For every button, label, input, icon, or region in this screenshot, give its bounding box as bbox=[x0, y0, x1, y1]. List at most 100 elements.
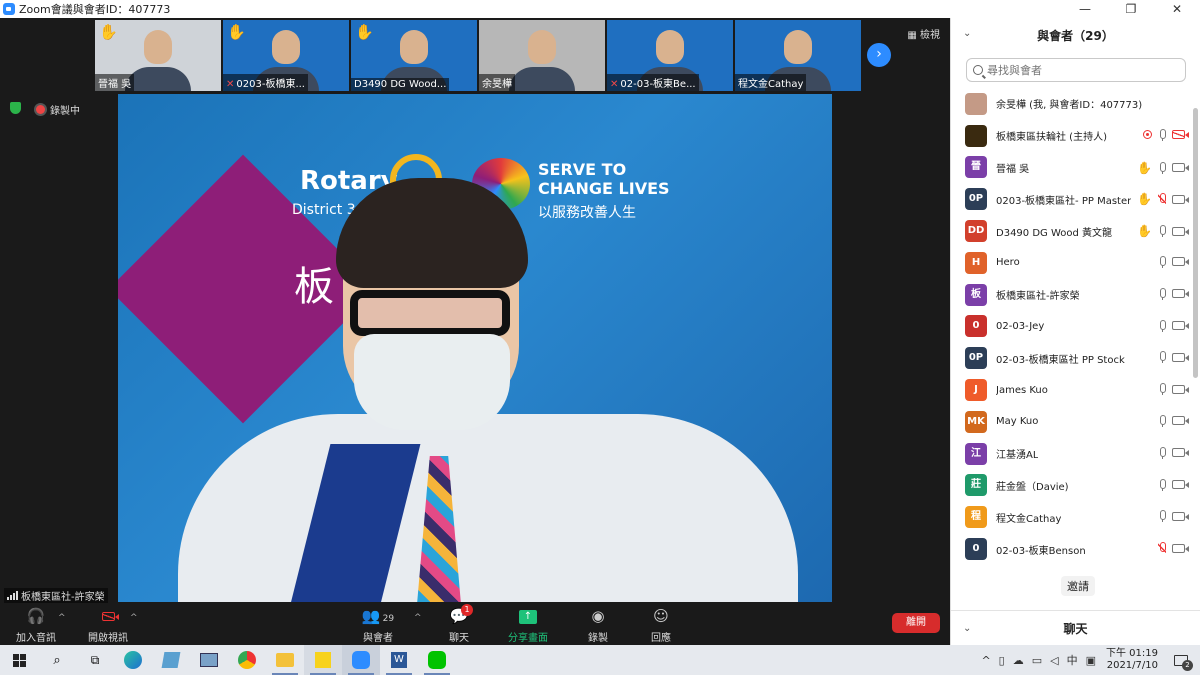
windows-logo-icon bbox=[12, 653, 26, 667]
mic-icon[interactable] bbox=[1158, 351, 1166, 364]
chat-button[interactable]: 💬 1 聊天 bbox=[429, 604, 489, 644]
zoom-app[interactable] bbox=[342, 645, 380, 675]
minimize-button[interactable]: — bbox=[1062, 0, 1108, 18]
participant-list-scrollbar[interactable] bbox=[1193, 108, 1198, 378]
participant-avatar: DD bbox=[965, 220, 987, 243]
participant-row[interactable]: 0P 02-03-板橋東區社 PP Stock bbox=[951, 342, 1193, 374]
participant-thumbnail[interactable]: ✕ 02-03-板東Be... bbox=[607, 20, 733, 91]
participants-button[interactable]: 👥 29 與會者 bbox=[348, 605, 408, 644]
mic-icon[interactable] bbox=[1158, 287, 1166, 300]
audio-options-caret[interactable]: ^ bbox=[58, 613, 66, 623]
participant-row[interactable]: 0P 0203-板橋東區社- PP Master ✋ bbox=[951, 183, 1193, 215]
mic-icon[interactable] bbox=[1158, 128, 1166, 141]
mic-icon[interactable] bbox=[1158, 161, 1166, 174]
input-method-indicator[interactable]: 中 bbox=[1067, 652, 1078, 668]
maximize-button[interactable]: ❐ bbox=[1108, 0, 1154, 18]
participant-thumbnail[interactable]: ✋ 晉福 吳 bbox=[95, 20, 221, 91]
camera-icon[interactable] bbox=[1172, 480, 1189, 490]
notification-center-icon[interactable]: 2 bbox=[1174, 654, 1193, 671]
camera-icon[interactable] bbox=[1172, 163, 1189, 173]
word-app[interactable]: W bbox=[380, 645, 418, 675]
participant-thumbnail[interactable]: ✋ D3490 DG Wood... bbox=[351, 20, 477, 91]
search-input[interactable] bbox=[987, 63, 1177, 77]
line-app[interactable] bbox=[418, 645, 456, 675]
search-taskbar-button[interactable]: ⌕ bbox=[38, 645, 76, 675]
network-icon[interactable]: ▭ bbox=[1032, 654, 1042, 667]
recording-indicator[interactable]: 錄製中 bbox=[36, 102, 80, 117]
mic-icon[interactable] bbox=[1158, 414, 1166, 427]
camera-icon[interactable] bbox=[1172, 194, 1189, 204]
show-hidden-icons[interactable]: ^ bbox=[981, 654, 990, 667]
active-speaker-video[interactable]: Rotary District 34 SERVE TO CHANGE LIVES… bbox=[118, 94, 832, 602]
participant-search[interactable] bbox=[966, 58, 1186, 82]
participant-row[interactable]: 0 02-03-Jey bbox=[951, 311, 1193, 343]
camera-icon[interactable] bbox=[1172, 416, 1189, 426]
mic-muted-icon[interactable] bbox=[1158, 193, 1166, 206]
start-button[interactable] bbox=[0, 645, 38, 675]
cloud-icon[interactable]: ☁ bbox=[1013, 654, 1024, 667]
participant-name: 02-03-Jey bbox=[996, 320, 1045, 332]
share-screen-button[interactable]: ↑ 分享畫面 bbox=[498, 605, 558, 644]
camera-icon[interactable] bbox=[1172, 226, 1189, 236]
reactions-button[interactable]: ☺ 回應 bbox=[631, 605, 691, 644]
security-shield-icon[interactable] bbox=[10, 102, 21, 114]
view-button[interactable]: ▦ 檢視 bbox=[907, 26, 940, 41]
mic-icon[interactable] bbox=[1158, 446, 1166, 459]
mic-icon[interactable] bbox=[1158, 319, 1166, 332]
mic-icon[interactable] bbox=[1158, 255, 1166, 268]
start-video-button[interactable]: 開啟視訊 bbox=[78, 605, 138, 644]
participant-row[interactable]: 板 板橋東區社-許家榮 bbox=[951, 279, 1193, 311]
next-page-button[interactable]: › bbox=[867, 43, 891, 67]
mic-icon[interactable] bbox=[1158, 225, 1166, 238]
camera-icon[interactable] bbox=[1172, 289, 1189, 299]
participant-thumbnail[interactable]: 程文金Cathay bbox=[735, 20, 861, 91]
camera-icon[interactable] bbox=[1172, 511, 1189, 521]
participant-row[interactable]: 晉 晉福 吳 ✋ bbox=[951, 152, 1193, 184]
join-audio-button[interactable]: 🎧 加入音訊 bbox=[6, 605, 66, 644]
camera-icon[interactable] bbox=[1172, 257, 1189, 267]
participant-row[interactable]: H Hero bbox=[951, 247, 1193, 279]
taskbar-clock[interactable]: 下午 01:19 2021/7/10 bbox=[1106, 648, 1158, 672]
participant-row[interactable]: 江 江基湧AL bbox=[951, 438, 1193, 470]
participant-row[interactable]: 0 02-03-板東Benson bbox=[951, 533, 1193, 565]
participant-row[interactable]: 板橋東區扶輪社 (主持人) bbox=[951, 120, 1193, 152]
ime-settings-icon[interactable]: ▣ bbox=[1086, 654, 1096, 667]
mic-muted-icon[interactable] bbox=[1158, 542, 1166, 555]
camera-icon[interactable] bbox=[1172, 384, 1189, 394]
record-icon: ◉ bbox=[591, 607, 605, 625]
participant-row[interactable]: 余旻樺 (我, 與會者ID：407773) bbox=[951, 88, 1193, 120]
expand-chevron-icon[interactable]: ⌄ bbox=[963, 623, 971, 634]
mic-icon[interactable] bbox=[1158, 510, 1166, 523]
participant-row[interactable]: 莊 莊金盤（Davie) bbox=[951, 470, 1193, 502]
camera-icon[interactable] bbox=[1172, 321, 1189, 331]
invite-button[interactable]: 邀請 bbox=[1061, 576, 1095, 596]
device-icon[interactable]: ▯ bbox=[999, 654, 1005, 667]
participant-thumbnail[interactable]: 余旻樺 bbox=[479, 20, 605, 91]
app-launcher-2[interactable] bbox=[152, 645, 190, 675]
camera-off-icon[interactable] bbox=[1172, 130, 1189, 140]
record-button[interactable]: ◉ 錄製 bbox=[568, 605, 628, 644]
task-view-button[interactable]: ⧉ bbox=[76, 645, 114, 675]
edge-app[interactable] bbox=[114, 645, 152, 675]
camera-icon[interactable] bbox=[1172, 352, 1189, 362]
participant-row[interactable]: MK May Kuo bbox=[951, 406, 1193, 438]
chat-panel-header[interactable]: ⌄ 聊天 bbox=[951, 610, 1200, 645]
collapse-chevron-icon[interactable]: ⌄ bbox=[963, 28, 971, 39]
participant-row[interactable]: 程 程文金Cathay bbox=[951, 501, 1193, 533]
participant-thumbnail[interactable]: ✋ ✕ 0203-板橋東... bbox=[223, 20, 349, 91]
camera-icon[interactable] bbox=[1172, 448, 1189, 458]
volume-icon[interactable]: ◁ bbox=[1050, 654, 1058, 667]
participants-options-caret[interactable]: ^ bbox=[414, 613, 422, 623]
participant-row[interactable]: J James Kuo bbox=[951, 374, 1193, 406]
sticky-notes-app[interactable] bbox=[304, 645, 342, 675]
explorer-app[interactable] bbox=[266, 645, 304, 675]
mic-icon[interactable] bbox=[1158, 383, 1166, 396]
mic-icon[interactable] bbox=[1158, 478, 1166, 491]
leave-button[interactable]: 離開 bbox=[892, 613, 940, 633]
chrome-app[interactable] bbox=[228, 645, 266, 675]
close-button[interactable]: ✕ bbox=[1154, 0, 1200, 18]
app-launcher-3[interactable] bbox=[190, 645, 228, 675]
camera-icon[interactable] bbox=[1172, 543, 1189, 553]
video-options-caret[interactable]: ^ bbox=[130, 613, 138, 623]
participant-row[interactable]: DD D3490 DG Wood 黃文龍 ✋ bbox=[951, 215, 1193, 247]
